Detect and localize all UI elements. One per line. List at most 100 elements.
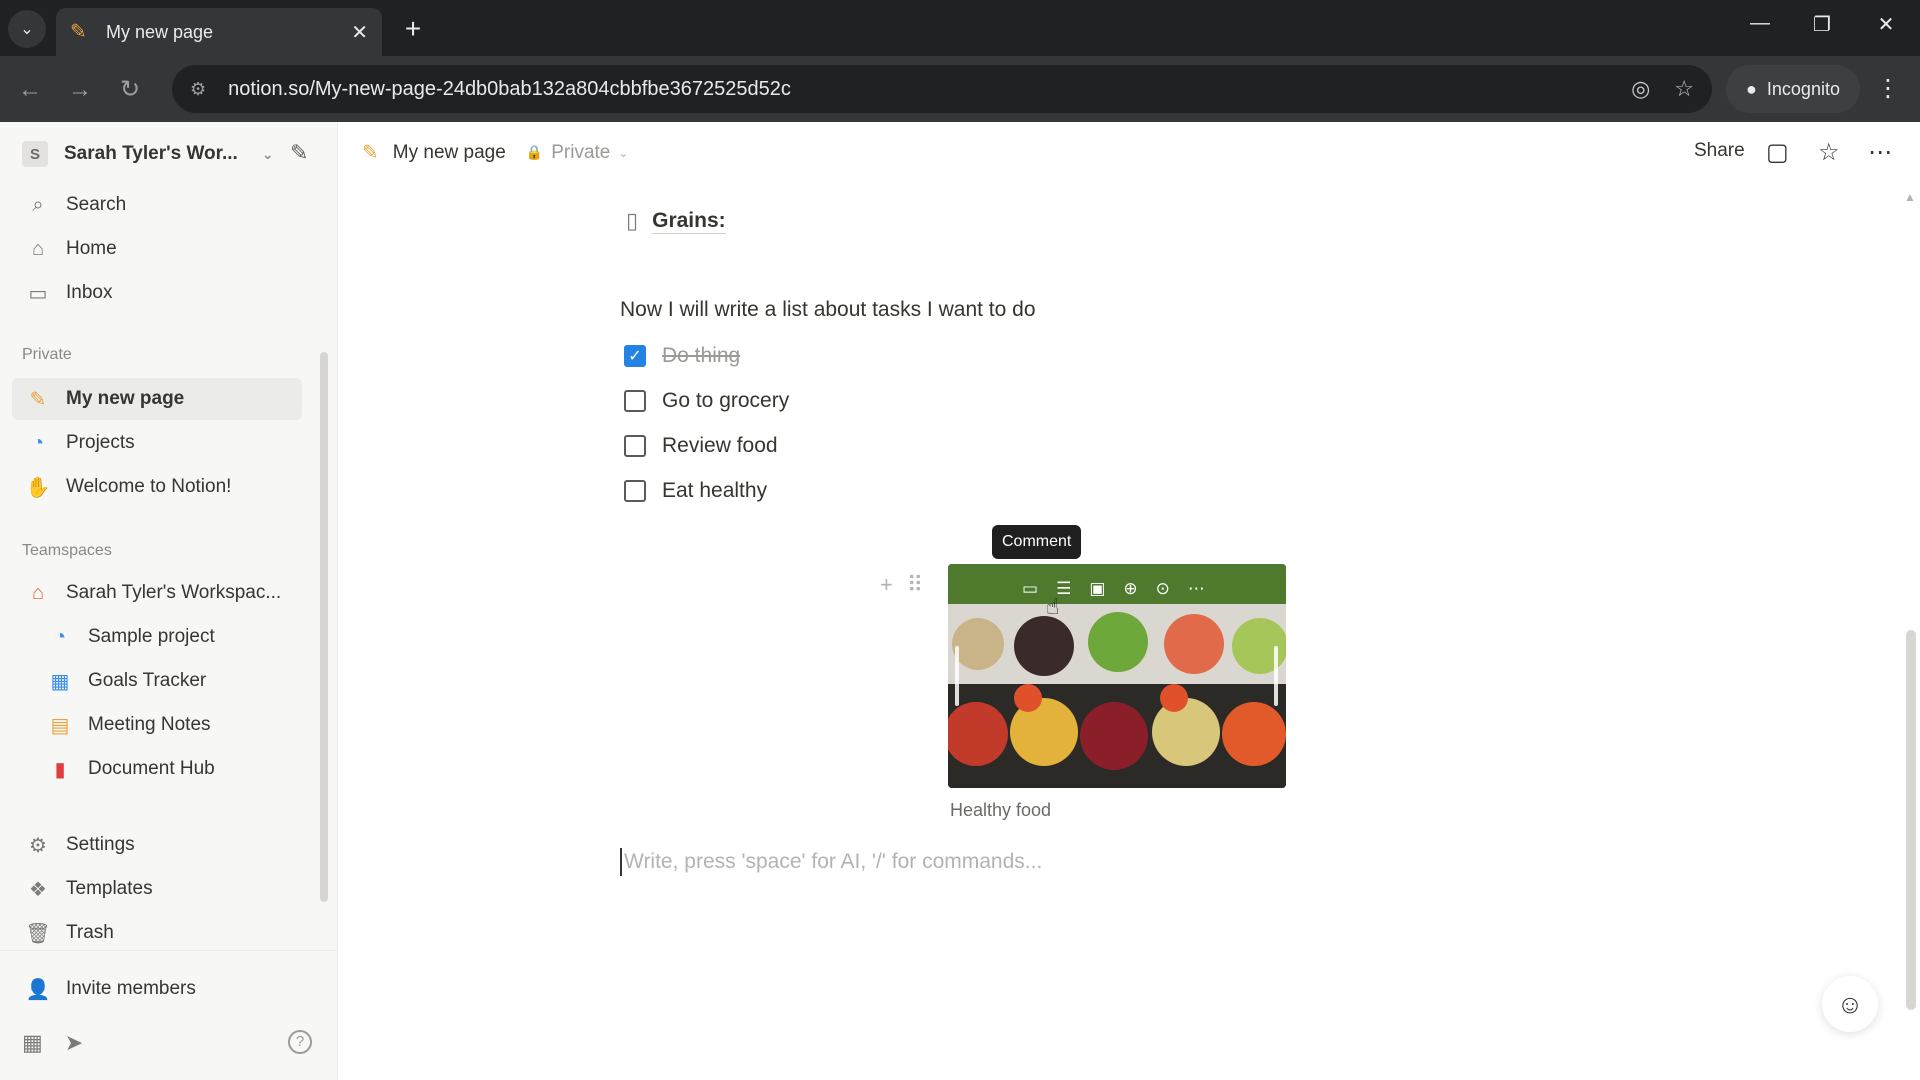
sidebar-item-label: Templates <box>66 878 153 899</box>
sidebar-item-welcome[interactable]: ✋ Welcome to Notion! <box>12 466 302 508</box>
restore-icon[interactable]: ❐ <box>1802 12 1842 37</box>
search-icon: ⌕ <box>32 193 44 216</box>
todo-item[interactable]: Go to grocery <box>624 385 789 417</box>
send-icon[interactable]: ➤ <box>65 1030 83 1056</box>
wave-icon: ✋ <box>25 476 51 499</box>
editor-placeholder[interactable]: Write, press 'space' for AI, '/' for com… <box>620 848 1042 876</box>
address-bar[interactable]: ⚙ notion.so/My-new-page-24db0bab132a804c… <box>172 65 1712 113</box>
house-icon: ⌂ <box>31 581 45 604</box>
url-text[interactable]: notion.so/My-new-page-24db0bab132a804cbb… <box>228 78 1607 101</box>
chart-icon: ▦ <box>50 670 70 693</box>
zoom-icon[interactable]: ⊕ <box>1123 579 1137 599</box>
image-resize-handle-right[interactable] <box>1274 646 1278 706</box>
forward-icon[interactable]: → <box>64 74 96 106</box>
invite-members-button[interactable]: 👤 Invite members <box>12 968 302 1010</box>
sidebar-scrollbar[interactable] <box>320 352 328 902</box>
sidebar-item-sample-project[interactable]: ◔ Sample project <box>12 616 302 658</box>
sidebar-item-goals-tracker[interactable]: ▦ Goals Tracker <box>12 660 302 702</box>
image-caption[interactable]: Healthy food <box>950 800 1051 821</box>
privacy-label[interactable]: Private <box>551 142 610 164</box>
todo-label[interactable]: Eat healthy <box>662 479 767 503</box>
drag-handle-icon[interactable]: ⠿ <box>907 572 923 598</box>
image-resize-handle-left[interactable] <box>955 646 959 706</box>
document-icon: ▮ <box>54 758 66 781</box>
calendar-icon[interactable]: ▦ <box>22 1030 43 1056</box>
workspace-switcher[interactable]: S Sarah Tyler's Wor... ⌄ <box>22 138 274 170</box>
subpage-title: Grains: <box>652 208 726 234</box>
notion-ai-button[interactable]: ☺ <box>1822 976 1878 1032</box>
sidebar-item-projects[interactable]: ◔ Projects <box>12 422 302 464</box>
page-title[interactable]: My new page <box>393 142 506 164</box>
sidebar-item-my-new-page[interactable]: ✎ My new page <box>12 378 302 420</box>
incognito-label: Incognito <box>1766 78 1840 99</box>
page-scrollbar[interactable] <box>1906 630 1916 1010</box>
share-button[interactable]: Share <box>1694 140 1745 162</box>
comment-icon[interactable]: ▭ <box>1022 579 1038 599</box>
mouse-cursor-icon: ☝ <box>1046 594 1060 619</box>
todo-item[interactable]: Eat healthy <box>624 475 767 507</box>
section-label-private[interactable]: Private <box>22 346 72 364</box>
help-icon[interactable]: ? <box>288 1030 312 1054</box>
new-tab-button[interactable]: + <box>396 12 430 46</box>
incognito-badge[interactable]: ● Incognito <box>1726 65 1860 113</box>
close-tab-icon[interactable]: ✕ <box>351 20 368 45</box>
sidebar-item-label: Home <box>66 238 117 259</box>
sidebar-footer: ▦ ➤ <box>22 1030 83 1056</box>
inbox-icon: ▭ <box>28 282 48 305</box>
minimize-icon[interactable]: — <box>1740 12 1780 35</box>
eye-off-icon[interactable]: ◎ <box>1631 76 1650 102</box>
favorite-star-icon[interactable]: ☆ <box>1818 138 1840 167</box>
block-handles: + ⠿ <box>880 572 923 598</box>
sidebar-item-label: Projects <box>66 432 135 453</box>
subpage-link[interactable]: ▯ Grains: <box>626 208 726 234</box>
more-options-icon[interactable]: ⋯ <box>1868 138 1892 167</box>
sidebar-item-settings[interactable]: ⚙ Settings <box>12 824 302 866</box>
todo-label[interactable]: Go to grocery <box>662 389 789 413</box>
add-block-icon[interactable]: + <box>880 572 893 598</box>
todo-checkbox[interactable] <box>624 480 646 502</box>
more-options-icon[interactable]: ⋯ <box>1188 579 1205 599</box>
workspace-avatar: S <box>22 141 48 167</box>
sidebar-item-home[interactable]: ⌂ Home <box>12 228 302 270</box>
text-block[interactable]: Now I will write a list about tasks I wa… <box>620 298 1036 322</box>
todo-item[interactable]: ✓ Do thing <box>624 340 740 372</box>
sidebar-item-inbox[interactable]: ▭ Inbox <box>12 272 302 314</box>
page-icon: ▯ <box>626 208 639 233</box>
back-icon[interactable]: ← <box>14 74 46 106</box>
sidebar-item-document-hub[interactable]: ▮ Document Hub <box>12 748 302 790</box>
todo-label[interactable]: Review food <box>662 434 778 458</box>
projects-icon: ◔ <box>53 625 67 648</box>
browser-tab[interactable]: ✎ My new page ✕ <box>56 8 382 56</box>
browser-nav-bar: ← → ↻ ⚙ notion.so/My-new-page-24db0bab13… <box>0 56 1920 122</box>
sidebar-item-meeting-notes[interactable]: ▤ Meeting Notes <box>12 704 302 746</box>
reload-icon[interactable]: ↻ <box>114 74 146 106</box>
comments-icon[interactable]: ▢ <box>1766 138 1789 167</box>
caption-icon[interactable]: ▣ <box>1089 579 1105 599</box>
todo-checkbox[interactable] <box>624 390 646 412</box>
sidebar-item-templates[interactable]: ❖ Templates <box>12 868 302 910</box>
sidebar-item-teamspace[interactable]: ⌂ Sarah Tyler's Workspac... <box>12 572 302 614</box>
scroll-up-icon[interactable]: ▲ <box>1904 190 1916 204</box>
bookmark-star-icon[interactable]: ☆ <box>1674 76 1694 102</box>
todo-item[interactable]: Review food <box>624 430 778 462</box>
site-info-icon[interactable]: ⚙ <box>190 79 206 100</box>
section-label-teamspaces[interactable]: Teamspaces <box>22 542 112 560</box>
browser-menu-icon[interactable]: ⋮ <box>1876 74 1900 103</box>
browser-tab-bar: ⌄ ✎ My new page ✕ + — ❐ ✕ <box>0 0 1920 56</box>
todo-checkbox[interactable]: ✓ <box>624 345 646 367</box>
sidebar-item-label: Meeting Notes <box>88 714 211 735</box>
sidebar-item-label: My new page <box>66 388 185 409</box>
sidebar-item-search[interactable]: ⌕ Search <box>12 184 302 226</box>
todo-label[interactable]: Do thing <box>662 344 740 368</box>
templates-icon: ❖ <box>29 878 47 901</box>
tab-search-dropdown[interactable]: ⌄ <box>8 10 46 48</box>
close-window-icon[interactable]: ✕ <box>1866 12 1906 37</box>
download-icon[interactable]: ⊙ <box>1156 579 1170 599</box>
sidebar-item-trash[interactable]: 🗑 Trash <box>12 912 302 954</box>
breadcrumb[interactable]: ✎ My new page 🔒 Private ⌄ <box>362 140 628 165</box>
sidebar-item-label: Settings <box>66 834 135 855</box>
new-page-icon[interactable]: ✎ <box>290 140 308 166</box>
todo-checkbox[interactable] <box>624 435 646 457</box>
add-user-icon: 👤 <box>25 978 51 1001</box>
workspace-name: Sarah Tyler's Wor... <box>64 143 238 164</box>
